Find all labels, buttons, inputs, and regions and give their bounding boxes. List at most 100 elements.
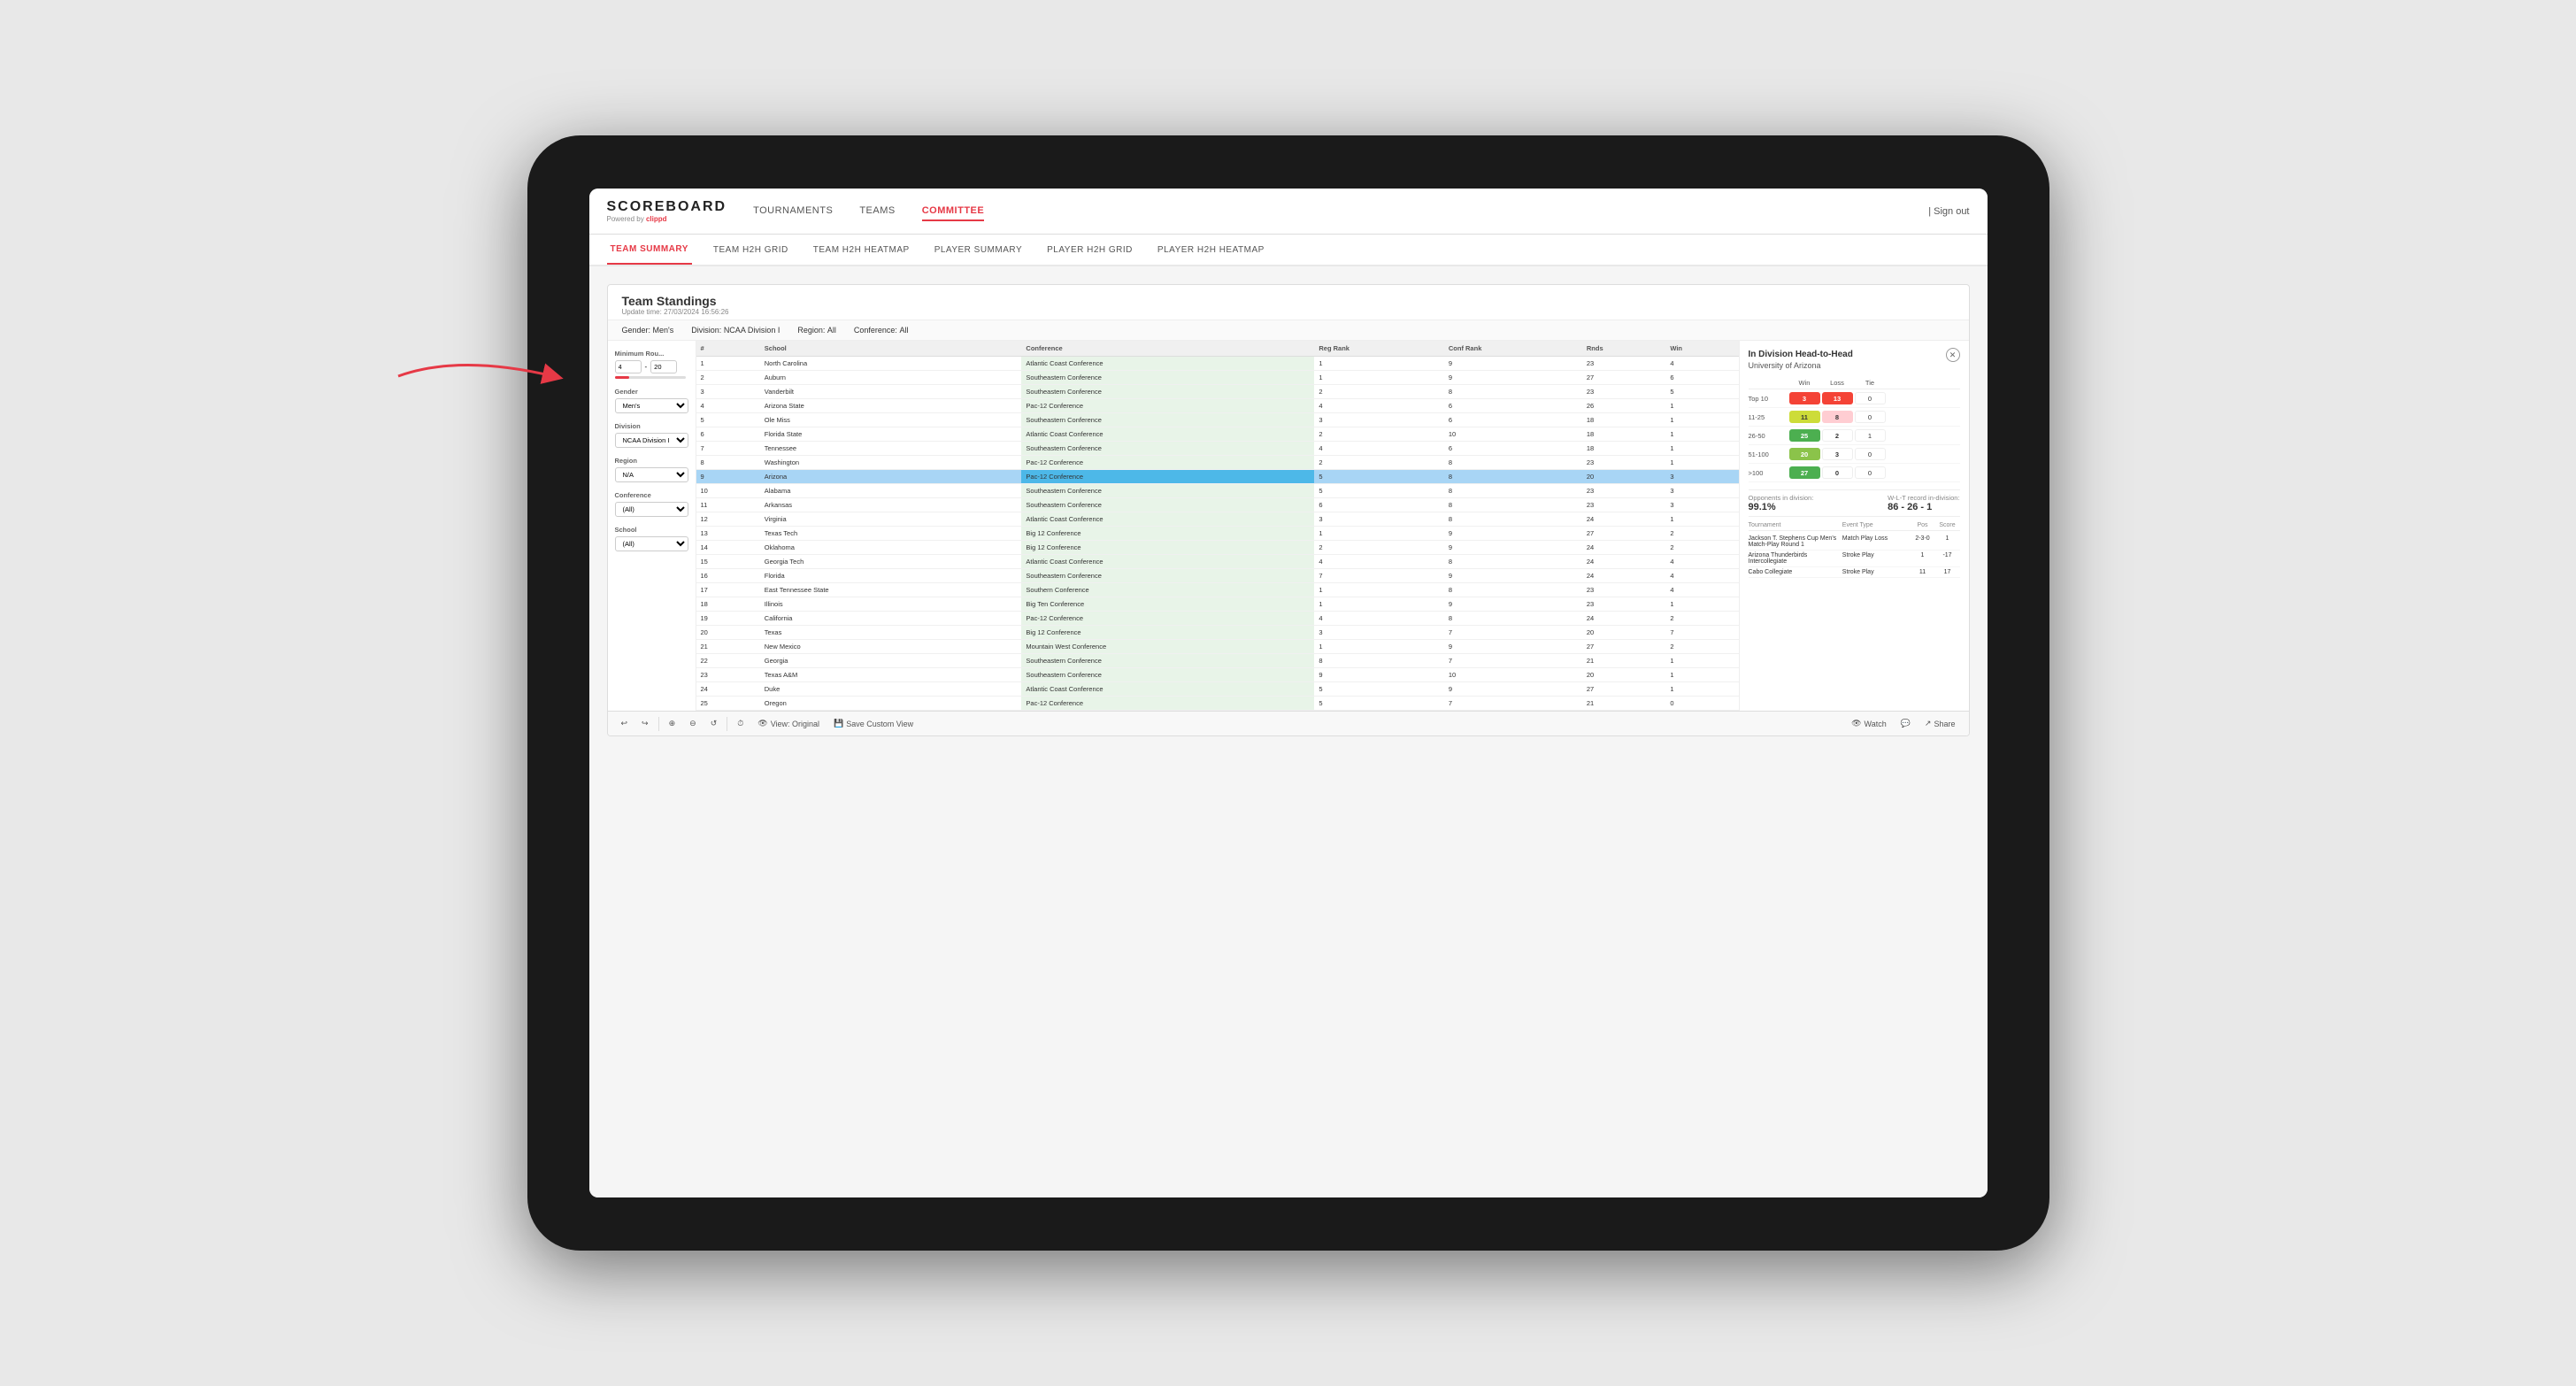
table-row[interactable]: 23 Texas A&M Southeastern Conference 9 1… — [696, 668, 1739, 682]
cell-conf-rank: 7 — [1444, 626, 1582, 640]
cell-rnds: 23 — [1582, 456, 1665, 470]
conference-filter-select[interactable]: (All) — [615, 502, 688, 517]
tablet-frame: SCOREBOARD Powered by clippd TOURNAMENTS… — [527, 135, 2049, 1251]
school-filter-select[interactable]: (All) — [615, 536, 688, 551]
redo-button[interactable]: ↪ — [637, 717, 653, 730]
table-row[interactable]: 6 Florida State Atlantic Coast Conferenc… — [696, 427, 1739, 442]
cell-conf-rank: 8 — [1444, 512, 1582, 527]
tournament-row-1[interactable]: Jackson T. Stephens Cup Men's Match-Play… — [1749, 534, 1960, 551]
panel-title-area: Team Standings Update time: 27/03/2024 1… — [622, 294, 729, 316]
cell-reg-rank: 4 — [1314, 612, 1443, 626]
nav-committee[interactable]: COMMITTEE — [922, 202, 985, 221]
table-row[interactable]: 22 Georgia Southeastern Conference 8 7 2… — [696, 654, 1739, 668]
share-button[interactable]: ↗ Share — [1920, 717, 1960, 730]
sign-out-link[interactable]: | Sign out — [1928, 206, 1969, 217]
view-original-button[interactable]: 👁 View: Original — [753, 717, 824, 730]
table-row[interactable]: 16 Florida Southeastern Conference 7 9 2… — [696, 569, 1739, 583]
table-row[interactable]: 7 Tennessee Southeastern Conference 4 6 … — [696, 442, 1739, 456]
cell-conference: Southeastern Conference — [1021, 385, 1314, 399]
gender-filter-label: Gender — [615, 388, 688, 396]
sub-nav-team-h2h-grid[interactable]: TEAM H2H GRID — [710, 235, 792, 265]
table-row[interactable]: 24 Duke Atlantic Coast Conference 5 9 27… — [696, 682, 1739, 697]
table-row[interactable]: 21 New Mexico Mountain West Conference 1… — [696, 640, 1739, 654]
slider-fill — [615, 376, 629, 379]
cell-conf-rank: 8 — [1444, 385, 1582, 399]
table-row[interactable]: 13 Texas Tech Big 12 Conference 1 9 27 2 — [696, 527, 1739, 541]
table-row[interactable]: 25 Oregon Pac-12 Conference 5 7 21 0 — [696, 697, 1739, 711]
h2h-row-top10: Top 10 3 13 0 — [1749, 389, 1960, 408]
tournament-row-2[interactable]: Arizona Thunderbirds Intercollegiate Str… — [1749, 551, 1960, 567]
cell-reg-rank: 5 — [1314, 697, 1443, 711]
filter-division: Division: NCAA Division I — [691, 326, 780, 335]
col-header-school: School — [760, 341, 1022, 357]
record-value: 86 - 26 - 1 — [1888, 502, 1959, 512]
h2h-panel: In Division Head-to-Head University of A… — [1739, 341, 1969, 711]
col-header-reg-rank: Reg Rank — [1314, 341, 1443, 357]
zoom-in-button[interactable]: ⊕ — [665, 717, 681, 730]
cell-num: 24 — [696, 682, 760, 697]
table-row[interactable]: 11 Arkansas Southeastern Conference 6 8 … — [696, 498, 1739, 512]
table-row[interactable]: 4 Arizona State Pac-12 Conference 4 6 26… — [696, 399, 1739, 413]
h2h-range-gt100: >100 — [1749, 469, 1788, 477]
sub-nav-player-h2h-grid[interactable]: PLAYER H2H GRID — [1043, 235, 1136, 265]
zoom-out-button[interactable]: ⊖ — [685, 717, 701, 730]
table-row[interactable]: 18 Illinois Big Ten Conference 1 9 23 1 — [696, 597, 1739, 612]
nav-teams[interactable]: TEAMS — [859, 202, 895, 221]
table-row[interactable]: 15 Georgia Tech Atlantic Coast Conferenc… — [696, 555, 1739, 569]
h2h-title-area: In Division Head-to-Head University of A… — [1749, 350, 1853, 377]
cell-win: 1 — [1665, 682, 1738, 697]
table-row[interactable]: 2 Auburn Southeastern Conference 1 9 27 … — [696, 371, 1739, 385]
cell-win: 0 — [1665, 697, 1738, 711]
table-row[interactable]: 5 Ole Miss Southeastern Conference 3 6 1… — [696, 413, 1739, 427]
standings-tbody: 1 North Carolina Atlantic Coast Conferen… — [696, 357, 1739, 711]
table-row[interactable]: 3 Vanderbilt Southeastern Conference 2 8… — [696, 385, 1739, 399]
sub-nav-team-h2h-heatmap[interactable]: TEAM H2H HEATMAP — [810, 235, 913, 265]
watch-button[interactable]: 👁 Watch — [1847, 717, 1891, 730]
sub-nav-team-summary[interactable]: TEAM SUMMARY — [607, 235, 692, 265]
cell-conference: Southeastern Conference — [1021, 484, 1314, 498]
table-row[interactable]: 19 California Pac-12 Conference 4 8 24 2 — [696, 612, 1739, 626]
cell-win: 1 — [1665, 456, 1738, 470]
table-row[interactable]: 9 Arizona Pac-12 Conference 5 8 20 3 — [696, 470, 1739, 484]
tourn-pos-2: 1 — [1914, 552, 1932, 565]
sub-nav-player-summary[interactable]: PLAYER SUMMARY — [931, 235, 1026, 265]
max-rounds-input[interactable] — [650, 360, 677, 373]
nav-tournaments[interactable]: TOURNAMENTS — [753, 202, 833, 221]
range-separator: - — [645, 363, 648, 371]
cell-rnds: 18 — [1582, 413, 1665, 427]
min-rounds-input[interactable] — [615, 360, 642, 373]
table-row[interactable]: 12 Virginia Atlantic Coast Conference 3 … — [696, 512, 1739, 527]
reset-view-button[interactable]: ↺ — [706, 717, 722, 730]
cell-rnds: 27 — [1582, 640, 1665, 654]
cell-reg-rank: 4 — [1314, 399, 1443, 413]
tourn-score-3: 17 — [1935, 569, 1960, 575]
cell-conference: Atlantic Coast Conference — [1021, 682, 1314, 697]
comment-button[interactable]: 💬 — [1896, 717, 1915, 730]
save-custom-view-button[interactable]: 💾 Save Custom View — [829, 717, 918, 730]
tournament-row-3[interactable]: Cabo Collegiate Stroke Play 11 17 — [1749, 567, 1960, 578]
gender-filter-select[interactable]: Men's — [615, 398, 688, 413]
conference-filter-label: Conference — [615, 491, 688, 499]
table-row[interactable]: 20 Texas Big 12 Conference 3 7 20 7 — [696, 626, 1739, 640]
division-filter-select[interactable]: NCAA Division I — [615, 433, 688, 448]
table-row[interactable]: 14 Oklahoma Big 12 Conference 2 9 24 2 — [696, 541, 1739, 555]
sidebar-filters: Minimum Rou... - — [608, 341, 696, 711]
table-row[interactable]: 10 Alabama Southeastern Conference 5 8 2… — [696, 484, 1739, 498]
h2h-stats: Opponents in division: 99.1% W-L-T recor… — [1749, 489, 1960, 517]
table-row[interactable]: 1 North Carolina Atlantic Coast Conferen… — [696, 357, 1739, 371]
table-row[interactable]: 8 Washington Pac-12 Conference 2 8 23 1 — [696, 456, 1739, 470]
cell-win: 4 — [1665, 555, 1738, 569]
rounds-slider[interactable] — [615, 376, 686, 379]
h2h-close-button[interactable]: ✕ — [1946, 348, 1960, 362]
bottom-toolbar: ↩ ↪ ⊕ ⊖ ↺ ⏱ 👁 View: Original — [608, 711, 1969, 735]
tourn-score-2: -17 — [1935, 552, 1960, 565]
cell-win: 4 — [1665, 583, 1738, 597]
filter-region: Region: All — [797, 326, 836, 335]
panel-header: Team Standings Update time: 27/03/2024 1… — [608, 285, 1969, 320]
timer-button[interactable]: ⏱ — [733, 717, 748, 730]
undo-button[interactable]: ↩ — [617, 717, 633, 730]
region-filter-select[interactable]: N/A — [615, 467, 688, 482]
cell-school: Texas — [760, 626, 1022, 640]
table-row[interactable]: 17 East Tennessee State Southern Confere… — [696, 583, 1739, 597]
sub-nav-player-h2h-heatmap[interactable]: PLAYER H2H HEATMAP — [1154, 235, 1268, 265]
